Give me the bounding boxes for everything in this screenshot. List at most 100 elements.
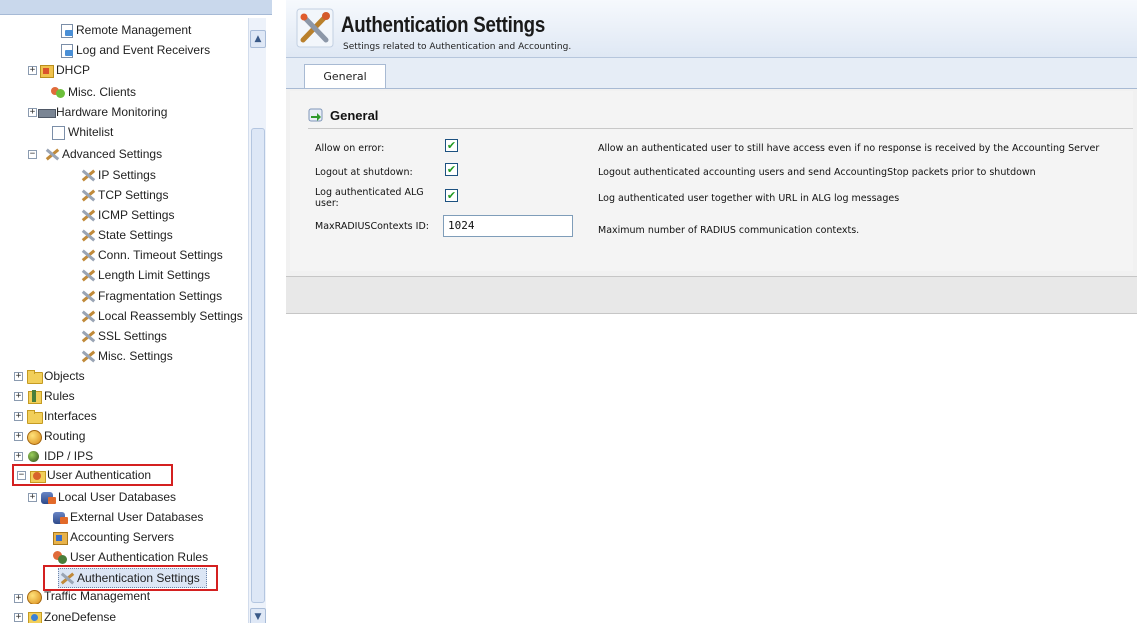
scroll-up-icon[interactable]: ▲ [250,30,266,48]
allow-on-error-label: Allow on error: [315,143,385,154]
tree-item-label: TCP Settings [98,188,169,202]
tree-item-label: Length Limit Settings [98,268,211,282]
tree-item-user-authentication-rules[interactable]: User Authentication Rules [52,547,208,567]
folder-icon [26,409,43,424]
tree-item-ip-settings[interactable]: IP Settings [80,165,156,185]
expand-icon[interactable]: + [28,66,37,75]
whitelist-icon [50,125,66,140]
settings-panel: General Allow on error: ✔ Allow an authe… [286,88,1137,276]
section-divider [308,128,1133,129]
tree-item-user-authentication[interactable]: User Authentication [29,465,151,485]
tree-item-length-limit-settings[interactable]: Length Limit Settings [80,265,210,285]
database-icon [40,490,56,504]
tools-icon [44,147,60,161]
tree-item-label: Routing [44,429,86,443]
tree-item-label: Misc. Settings [98,349,173,363]
expand-icon[interactable]: + [14,412,23,421]
tree-item-label: External User Databases [70,510,204,524]
tree-item-external-user-databases[interactable]: External User Databases [52,507,203,527]
tree-item-ssl-settings[interactable]: SSL Settings [80,326,167,346]
tools-icon [80,289,96,303]
globe-icon [26,589,42,604]
tab-general[interactable]: General [304,64,386,89]
max-radius-contexts-description: Maximum number of RADIUS communication c… [598,225,860,236]
tree-item-fragmentation-settings[interactable]: Fragmentation Settings [80,286,222,306]
logout-at-shutdown-description: Logout authenticated accounting users an… [598,167,1036,178]
tools-icon [80,248,96,262]
tree-item-label: Local Reassembly Settings [98,309,243,323]
expand-icon[interactable]: + [14,452,23,461]
section-arrow-icon [308,108,323,122]
database-icon [52,510,68,524]
tree-item-label: Objects [44,369,85,383]
tree-item-misc-clients[interactable]: Misc. Clients [50,82,136,102]
tree-scrollbar[interactable]: ▲ ▼ [248,18,266,623]
dhcp-icon [38,63,54,78]
tree-item-icmp-settings[interactable]: ICMP Settings [80,205,174,225]
tools-icon [80,168,96,182]
max-radius-contexts-label: MaxRADIUSContexts ID: [315,221,429,232]
section-header: General [308,107,378,123]
expand-icon[interactable]: + [14,432,23,441]
tools-icon [80,268,96,282]
expand-icon[interactable]: + [28,108,37,117]
expand-icon[interactable]: + [14,372,23,381]
page-title: Authentication Settings [341,12,545,37]
allow-on-error-checkbox[interactable]: ✔ [445,139,458,152]
collapse-icon[interactable]: − [17,471,26,480]
scrollbar-thumb[interactable] [251,128,265,603]
tree-item-local-user-databases[interactable]: Local User Databases [40,487,176,507]
tree-item-label: Traffic Management [44,589,151,603]
globe-icon [26,429,42,445]
tree-top-border [0,0,272,15]
accounting-icon [52,530,68,545]
expand-icon[interactable]: + [14,594,23,603]
max-radius-contexts-input[interactable]: 1024 [443,215,573,237]
tree-item-interfaces[interactable]: Interfaces [26,406,97,426]
tree-item-accounting-servers[interactable]: Accounting Servers [52,527,174,547]
tree-item-idp-ips[interactable]: IDP / IPS [26,446,93,466]
log-authenticated-alg-user-checkbox[interactable]: ✔ [445,189,458,202]
tree-item-misc-settings[interactable]: Misc. Settings [80,346,173,366]
tree-item-label: Accounting Servers [70,530,175,544]
tree-item-hardware-monitoring[interactable]: Hardware Monitoring [38,102,167,122]
tree-item-conn-timeout-settings[interactable]: Conn. Timeout Settings [80,245,223,265]
expand-icon[interactable]: + [14,613,23,622]
rules-icon [26,389,42,404]
logout-at-shutdown-checkbox[interactable]: ✔ [445,163,458,176]
expand-icon[interactable]: + [14,392,23,401]
users-icon [52,550,68,564]
tree-item-objects[interactable]: Objects [26,366,85,386]
tree-item-label: IDP / IPS [44,449,94,463]
tools-icon [80,329,96,343]
tree-item-state-settings[interactable]: State Settings [80,225,173,245]
tree-item-dhcp[interactable]: DHCP [38,60,90,80]
section-title: General [330,107,379,123]
tree-item-advanced-settings[interactable]: Advanced Settings [44,144,162,164]
tree-item-label: User Authentication [47,468,152,482]
tree-item-label: DHCP [56,63,91,77]
tab-strip: General [286,58,1137,89]
tree-item-whitelist[interactable]: Whitelist [50,122,113,142]
tree-item-traffic-management[interactable]: Traffic Management [26,588,150,604]
tree-item-tcp-settings[interactable]: TCP Settings [80,185,168,205]
tree-item-zonedefense[interactable]: ZoneDefense [26,607,116,623]
tree-item-authentication-settings[interactable]: Authentication Settings [58,568,207,588]
logout-at-shutdown-label: Logout at shutdown: [315,167,413,178]
tree-item-log-and-event-receivers[interactable]: Log and Event Receivers [58,40,210,60]
tree-item-remote-management[interactable]: Remote Management [58,20,191,40]
tree-item-label: User Authentication Rules [70,550,209,564]
page-header: Authentication Settings Settings related… [286,0,1137,58]
tree-item-local-reassembly-settings[interactable]: Local Reassembly Settings [80,306,243,326]
scroll-down-icon[interactable]: ▼ [250,608,266,623]
authentication-settings-icon [296,8,334,48]
collapse-icon[interactable]: − [28,150,37,159]
hardware-icon [38,105,56,119]
tree-item-label: Fragmentation Settings [98,289,223,303]
page-icon [58,23,74,38]
expand-icon[interactable]: + [28,493,37,502]
tree-item-label: Interfaces [44,409,97,423]
log-authenticated-alg-user-label: Log authenticated ALG user: [315,187,424,209]
tree-item-routing[interactable]: Routing [26,426,85,446]
tree-item-rules[interactable]: Rules [26,386,75,406]
